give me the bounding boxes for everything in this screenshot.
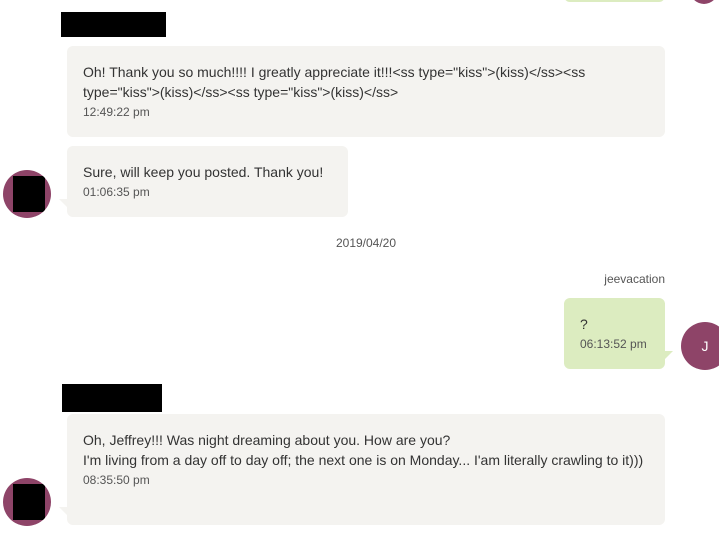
message-bubble: Oh! Thank you so much!!!! I greatly appr… [67, 46, 665, 137]
chat-thread: Oh! Thank you so much!!!! I greatly appr… [0, 0, 719, 547]
sender-avatar[interactable] [3, 170, 51, 218]
message-timestamp: 12:49:22 pm [83, 105, 150, 119]
redacted-sender-name [61, 12, 166, 37]
redacted-avatar-image [13, 176, 45, 212]
date-separator: 2019/04/20 [335, 236, 397, 250]
bubble-tail [59, 199, 67, 207]
previous-message-bubble [564, 0, 665, 2]
message-text: Sure, will keep you posted. Thank you! [83, 164, 324, 180]
message-text: Oh, Jeffrey!!! Was night dreaming about … [83, 432, 644, 468]
message-bubble: Oh, Jeffrey!!! Was night dreaming about … [59, 414, 665, 525]
bubble-tail [59, 507, 67, 515]
message-text: Oh! Thank you so much!!!! I greatly appr… [83, 64, 590, 100]
previous-sender-avatar [690, 0, 718, 4]
message-bubble: ? 06:13:52 pm [564, 298, 673, 369]
sender-avatar[interactable] [3, 478, 51, 526]
message-timestamp: 08:35:50 pm [83, 473, 150, 487]
message-timestamp: 06:13:52 pm [580, 337, 647, 351]
sender-name: jeevacation [604, 272, 665, 286]
message-timestamp: 01:06:35 pm [83, 185, 150, 199]
my-avatar[interactable]: J [681, 322, 719, 370]
redacted-avatar-image [13, 484, 45, 520]
redacted-sender-name [62, 384, 162, 412]
message-text: ? [580, 316, 588, 332]
avatar-initial: J [701, 338, 709, 354]
message-bubble: Sure, will keep you posted. Thank you! 0… [59, 146, 348, 217]
bubble-tail [665, 351, 673, 359]
